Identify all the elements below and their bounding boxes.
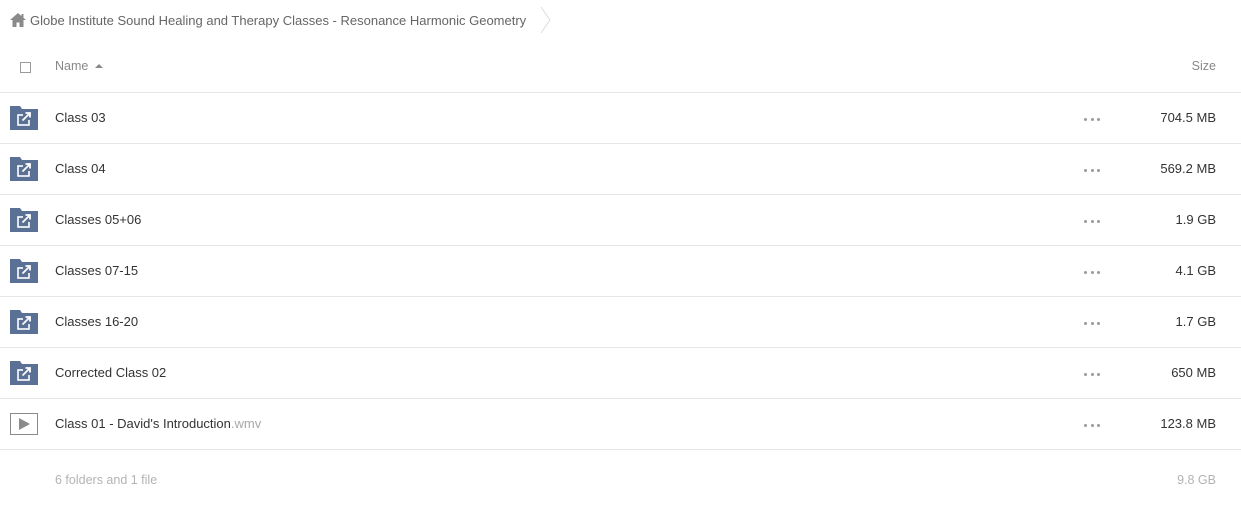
size-column-header[interactable]: Size bbox=[1192, 59, 1216, 73]
shared-folder-icon bbox=[10, 361, 38, 385]
item-count-summary: 6 folders and 1 file bbox=[55, 473, 158, 487]
more-options-dot bbox=[1097, 423, 1100, 427]
more-options-dot bbox=[1084, 168, 1087, 172]
file-name[interactable]: Class 03 bbox=[55, 110, 106, 125]
file-size: 569.2 MB bbox=[1160, 161, 1216, 176]
more-options-dot bbox=[1084, 423, 1087, 427]
file-size: 123.8 MB bbox=[1160, 416, 1216, 431]
file-row[interactable]: Class 04 569.2 MB bbox=[0, 144, 1241, 195]
file-name-base: Classes 07-15 bbox=[55, 263, 139, 278]
file-name-base: Class 03 bbox=[55, 110, 106, 125]
file-name-base: Corrected Class 02 bbox=[55, 365, 167, 380]
file-name[interactable]: Classes 16-20 bbox=[55, 314, 138, 329]
more-options-dot bbox=[1090, 270, 1094, 274]
file-name[interactable]: Class 01 - David's Introduction.wmv bbox=[55, 416, 261, 431]
home-icon[interactable] bbox=[10, 13, 26, 27]
more-options-dot bbox=[1097, 321, 1100, 325]
shared-folder-icon bbox=[10, 259, 38, 283]
more-options-icon[interactable] bbox=[1084, 265, 1100, 279]
shared-folder-icon bbox=[10, 310, 38, 334]
more-options-dot bbox=[1097, 117, 1100, 121]
more-options-dot bbox=[1097, 270, 1100, 274]
total-size: 9.8 GB bbox=[1177, 473, 1216, 487]
more-options-dot bbox=[1097, 168, 1100, 172]
more-options-dot bbox=[1090, 423, 1094, 427]
file-size: 4.1 GB bbox=[1175, 263, 1216, 278]
breadcrumb-current-folder[interactable]: Globe Institute Sound Healing and Therap… bbox=[30, 13, 526, 28]
more-options-icon[interactable] bbox=[1084, 418, 1100, 432]
file-list: Class 03 704.5 MB Class 04 569.2 MB Classes … bbox=[0, 93, 1241, 450]
more-options-dot bbox=[1084, 117, 1087, 121]
file-row[interactable]: Corrected Class 02 650 MB bbox=[0, 348, 1241, 399]
more-options-icon[interactable] bbox=[1084, 367, 1100, 381]
file-name[interactable]: Class 04 bbox=[55, 161, 106, 176]
file-extension: .wmv bbox=[230, 416, 262, 431]
more-options-dot bbox=[1090, 219, 1094, 223]
file-row[interactable]: Class 03 704.5 MB bbox=[0, 93, 1241, 144]
more-options-icon[interactable] bbox=[1084, 214, 1100, 228]
more-options-dot bbox=[1090, 117, 1094, 121]
more-options-dot bbox=[1097, 372, 1100, 376]
column-header: Name Size bbox=[0, 43, 1241, 93]
more-options-dot bbox=[1090, 168, 1094, 172]
sort-ascending-icon bbox=[95, 64, 104, 68]
file-row[interactable]: Class 01 - David's Introduction.wmv 123.8… bbox=[0, 399, 1241, 450]
select-all-checkbox[interactable] bbox=[20, 62, 31, 73]
file-name[interactable]: Classes 07-15 bbox=[55, 263, 138, 278]
breadcrumb: Globe Institute Sound Healing and Therap… bbox=[10, 6, 552, 34]
video-file-icon bbox=[10, 413, 38, 435]
file-size: 650 MB bbox=[1171, 365, 1216, 380]
file-row[interactable]: Classes 05+06 1.9 GB bbox=[0, 195, 1241, 246]
more-options-dot bbox=[1084, 321, 1087, 325]
name-column-label: Name bbox=[55, 59, 89, 73]
file-row[interactable]: Classes 07-15 4.1 GB bbox=[0, 246, 1241, 297]
file-name-base: Classes 16-20 bbox=[55, 314, 139, 329]
file-row[interactable]: Classes 16-20 1.7 GB bbox=[0, 297, 1241, 348]
list-summary: 6 folders and 1 file 9.8 GB bbox=[0, 467, 1241, 495]
file-name-base: Class 04 bbox=[55, 161, 106, 176]
file-name-base: Class 01 - David's Introduction bbox=[55, 416, 231, 431]
file-size: 1.7 GB bbox=[1175, 314, 1216, 329]
more-options-dot bbox=[1090, 321, 1094, 325]
more-options-dot bbox=[1090, 372, 1094, 376]
file-size: 704.5 MB bbox=[1160, 110, 1216, 125]
file-name-base: Classes 05+06 bbox=[55, 212, 142, 227]
shared-folder-icon bbox=[10, 106, 38, 130]
chevron-right-icon bbox=[540, 6, 551, 34]
shared-folder-icon bbox=[10, 208, 38, 232]
more-options-icon[interactable] bbox=[1084, 163, 1100, 177]
more-options-icon[interactable] bbox=[1084, 316, 1100, 330]
more-options-dot bbox=[1084, 270, 1087, 274]
file-browser: Globe Institute Sound Healing and Therap… bbox=[0, 0, 1241, 521]
more-options-dot bbox=[1097, 219, 1100, 223]
file-name[interactable]: Corrected Class 02 bbox=[55, 365, 166, 380]
more-options-dot bbox=[1084, 219, 1087, 223]
more-options-icon[interactable] bbox=[1084, 112, 1100, 126]
name-column-header[interactable]: Name bbox=[55, 59, 104, 73]
file-size: 1.9 GB bbox=[1175, 212, 1216, 227]
more-options-dot bbox=[1084, 372, 1087, 376]
file-name[interactable]: Classes 05+06 bbox=[55, 212, 141, 227]
shared-folder-icon bbox=[10, 157, 38, 181]
